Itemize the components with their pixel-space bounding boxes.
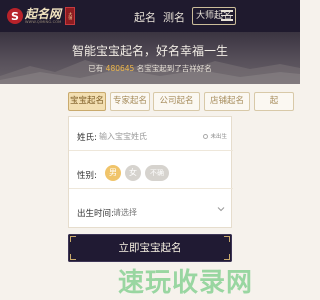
top-navbar: S 起名网 WWW.QIMING.COM 大师 起名 测名 大师起名	[0, 0, 300, 32]
tab-baby-naming[interactable]: 宝宝起名	[68, 92, 106, 111]
surname-row: 姓氏: 未出生	[69, 121, 233, 151]
gender-unknown-option[interactable]: 不确	[145, 165, 169, 181]
surname-input[interactable]	[99, 127, 189, 145]
birth-time-select[interactable]: 请选择	[113, 207, 137, 218]
tab-company-naming[interactable]: 公司起名	[153, 92, 200, 111]
logo-subtitle: WWW.QIMING.COM	[25, 19, 62, 24]
tab-expert-naming[interactable]: 专家起名	[110, 92, 150, 111]
corner-ornament	[224, 254, 230, 260]
hero-banner: 智能宝宝起名，好名幸福一生 已有 480645 名宝宝起到了吉祥好名	[0, 32, 300, 84]
birth-time-label: 出生时间:	[77, 209, 114, 219]
nav-link-naming[interactable]: 起名	[134, 9, 156, 25]
corner-ornament	[70, 254, 76, 260]
hero-subtitle: 已有 480645 名宝宝起到了吉祥好名	[0, 63, 300, 74]
logo-text: 起名网 WWW.QIMING.COM	[25, 8, 61, 25]
gender-female-option[interactable]: 女	[125, 165, 141, 181]
naming-form: 姓氏: 未出生 性别: 男 女 不确 出生时间: 请选择	[68, 116, 233, 228]
site-logo[interactable]: S 起名网 WWW.QIMING.COM 大师	[7, 7, 76, 25]
gender-label: 性别:	[77, 171, 97, 181]
gender-row: 性别: 男 女 不确	[69, 159, 233, 189]
unborn-checkbox[interactable]: 未出生	[203, 132, 227, 140]
corner-ornament	[224, 236, 230, 242]
hero-title: 智能宝宝起名，好名幸福一生	[71, 44, 228, 58]
hero-sub-prefix: 已有	[88, 64, 104, 73]
tab-shop-naming[interactable]: 店铺起名	[204, 92, 250, 111]
watermark: 速玩收录网	[118, 268, 254, 298]
surname-label: 姓氏:	[77, 133, 97, 143]
hero-sub-suffix: 名宝宝起到了吉祥好名	[136, 64, 212, 73]
logo-mark-icon: S	[7, 8, 23, 24]
gender-male-option[interactable]: 男	[105, 165, 121, 181]
naming-category-tabs: 宝宝起名 专家起名 公司起名 店铺起名 起	[68, 92, 300, 112]
submit-label: 立即宝宝起名	[118, 242, 182, 254]
birth-time-row[interactable]: 出生时间: 请选择	[69, 197, 233, 227]
baby-count: 480645	[105, 64, 135, 73]
corner-ornament	[70, 236, 76, 242]
hamburger-menu-icon[interactable]	[221, 10, 233, 21]
unborn-label: 未出生	[210, 134, 227, 140]
chevron-down-icon	[217, 207, 225, 212]
logo-seal-icon: 大师	[65, 7, 76, 25]
tab-more[interactable]: 起	[254, 92, 294, 111]
nav-link-name-test[interactable]: 测名	[163, 9, 185, 25]
submit-naming-button[interactable]: 立即宝宝起名	[68, 234, 232, 262]
unborn-radio-icon	[203, 133, 209, 139]
logo-name: 起名网	[25, 6, 62, 21]
